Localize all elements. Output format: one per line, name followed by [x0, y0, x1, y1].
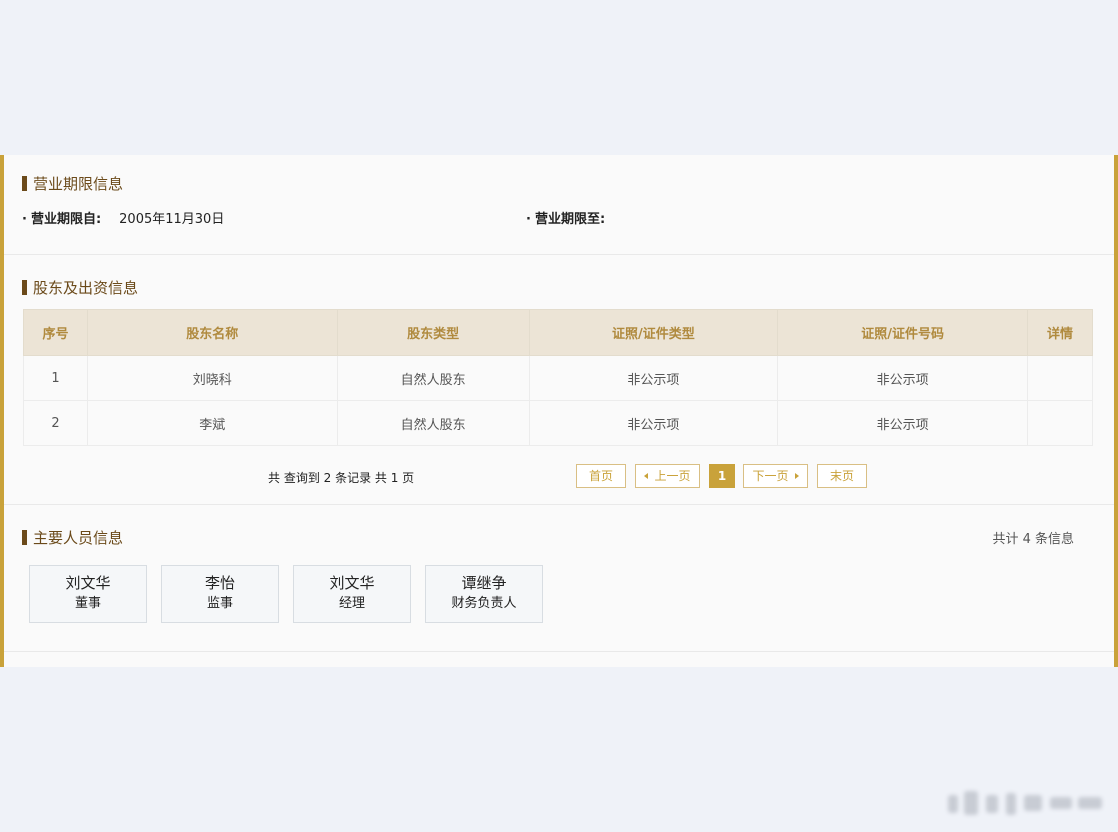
pager-current-page[interactable]: 1 [709, 464, 735, 488]
cell-details[interactable] [1027, 400, 1093, 446]
bullet-icon: · [22, 212, 27, 227]
company-info-panel: 营业期限信息 · 营业期限自: 2005年11月30日 · 营业期限至: 股东及出资信… [0, 155, 1118, 667]
pager-next-button[interactable]: 下一页 [743, 464, 808, 488]
business-term-title: 营业期限信息 [33, 175, 124, 193]
col-header-index: 序号 [23, 309, 88, 356]
cell-id-type: 非公示项 [528, 400, 779, 446]
cell-type: 自然人股东 [336, 355, 530, 401]
term-to-field: · 营业期限至: [526, 212, 623, 228]
title-bar-marker [22, 530, 27, 545]
term-from-value: 2005年11月30日 [119, 212, 225, 227]
col-header-id-number: 证照/证件号码 [777, 309, 1028, 356]
cell-name: 刘晓科 [86, 355, 338, 401]
cell-id-type: 非公示项 [528, 355, 779, 401]
col-header-name: 股东名称 [86, 309, 338, 356]
cell-id-number: 非公示项 [777, 400, 1028, 446]
blurred-watermark [948, 791, 1102, 815]
title-bar-marker [22, 280, 27, 295]
caret-left-icon [644, 473, 649, 479]
personnel-count: 共计 4 条信息 [992, 532, 1074, 547]
section-title-personnel: 主要人员信息 [22, 529, 123, 547]
cell-type: 自然人股东 [336, 400, 530, 446]
cell-name: 李斌 [86, 400, 338, 446]
table-row: 1 刘晓科 自然人股东 非公示项 非公示项 [23, 355, 1093, 401]
col-header-type: 股东类型 [336, 309, 530, 356]
col-header-details: 详情 [1027, 309, 1093, 356]
shareholders-title: 股东及出资信息 [33, 279, 139, 297]
bullet-icon: · [526, 212, 531, 227]
person-role: 监事 [206, 596, 233, 611]
shareholders-table: 序号 股东名称 股东类型 证照/证件类型 证照/证件号码 详情 1 刘晓科 自然… [23, 309, 1093, 446]
cell-details[interactable] [1027, 355, 1093, 401]
term-from-label: 营业期限自: [30, 212, 102, 227]
person-card[interactable]: 刘文华 经理 [293, 565, 411, 623]
title-bar-marker [22, 176, 27, 191]
table-header-row: 序号 股东名称 股东类型 证照/证件类型 证照/证件号码 详情 [23, 309, 1093, 356]
term-from-field: · 营业期限自: 2005年11月30日 [22, 212, 224, 228]
section-title-shareholders: 股东及出资信息 [22, 279, 138, 297]
col-header-id-type: 证照/证件类型 [528, 309, 779, 356]
person-name: 谭继争 [461, 574, 507, 592]
person-card[interactable]: 谭继争 财务负责人 [425, 565, 543, 623]
caret-right-icon [794, 473, 799, 479]
person-role: 财务负责人 [451, 596, 517, 611]
pager-last-button[interactable]: 末页 [817, 464, 867, 488]
pager-first-button[interactable]: 首页 [576, 464, 626, 488]
pager-prev-label: 上一页 [654, 469, 691, 483]
person-role: 经理 [338, 596, 365, 611]
person-card[interactable]: 李怡 监事 [161, 565, 279, 623]
person-role: 董事 [74, 596, 101, 611]
cell-id-number: 非公示项 [777, 355, 1028, 401]
section-divider [4, 504, 1114, 505]
person-name: 刘文华 [329, 574, 375, 592]
person-name: 李怡 [204, 574, 235, 592]
section-divider [4, 254, 1114, 255]
table-row: 2 李斌 自然人股东 非公示项 非公示项 [23, 400, 1093, 446]
cell-index: 2 [23, 400, 88, 446]
personnel-title: 主要人员信息 [33, 529, 124, 547]
section-divider [4, 651, 1114, 652]
person-name: 刘文华 [65, 574, 111, 592]
term-to-label: 营业期限至: [534, 212, 606, 227]
pager-next-label: 下一页 [752, 469, 789, 483]
section-title-business-term: 营业期限信息 [22, 175, 123, 193]
person-card[interactable]: 刘文华 董事 [29, 565, 147, 623]
pager-prev-button[interactable]: 上一页 [635, 464, 700, 488]
cell-index: 1 [23, 355, 88, 401]
pager-info: 共 查询到 2 条记录 共 1 页 [268, 471, 415, 485]
